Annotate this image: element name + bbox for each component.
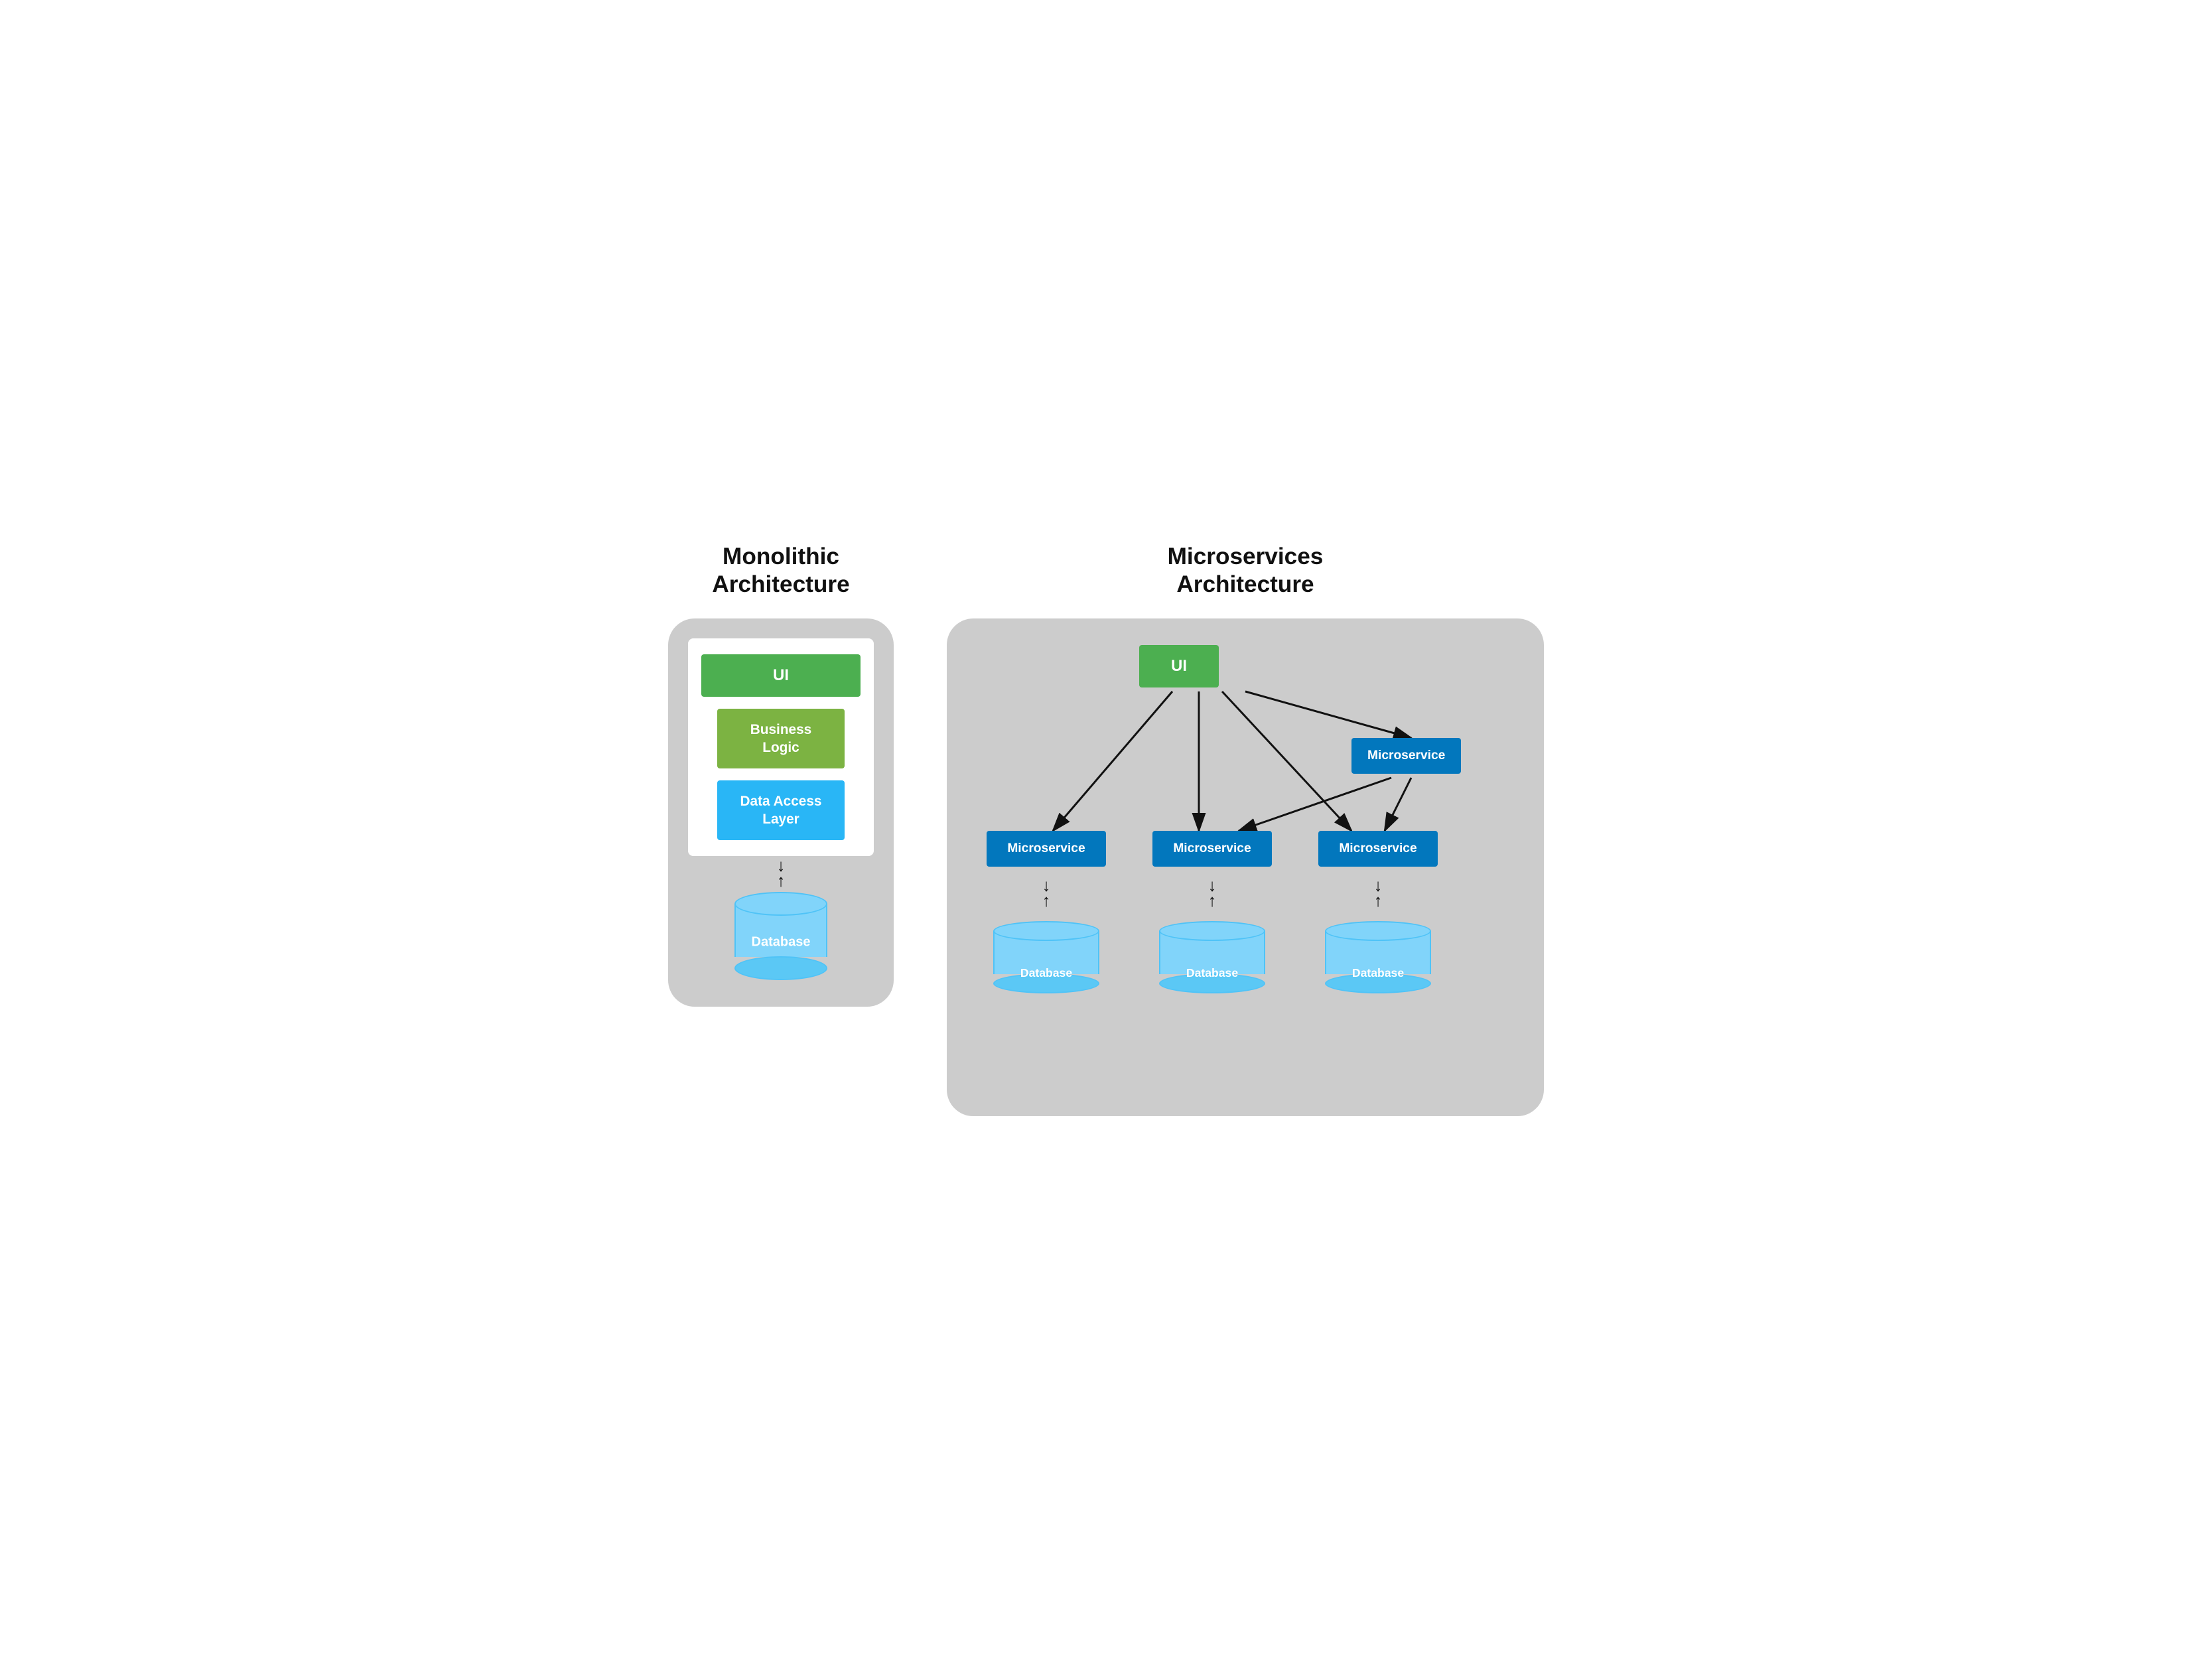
mono-arrow: ↓ ↑: [777, 859, 786, 889]
db-bottom: [734, 956, 827, 980]
micro-service-mid: Microservice ↓↑ Database: [1152, 831, 1272, 993]
monolithic-title: MonolithicArchitecture: [712, 543, 849, 599]
mono-database: Database: [734, 892, 827, 980]
mono-inner-box: UI BusinessLogic Data AccessLayer: [688, 638, 874, 856]
micro-service-right: Microservice ↓↑ Database: [1318, 831, 1438, 993]
mono-ui-block: UI: [701, 654, 861, 697]
db-right: Database: [1325, 921, 1431, 993]
mono-business-logic-block: BusinessLogic: [717, 709, 845, 768]
micro-service-left: Microservice ↓↑ Database: [987, 831, 1106, 993]
microservices-section: MicroservicesArchitecture: [947, 543, 1544, 1116]
mono-data-access-block: Data AccessLayer: [717, 780, 845, 840]
micro-top-right-service: Microservice: [1351, 738, 1461, 774]
monolithic-section: MonolithicArchitecture UI BusinessLogic …: [668, 543, 894, 1007]
monolithic-container: UI BusinessLogic Data AccessLayer ↓ ↑ Da…: [668, 618, 894, 1007]
main-container: MonolithicArchitecture UI BusinessLogic …: [642, 543, 1570, 1116]
db-left: Database: [993, 921, 1099, 993]
arrow-right-db: ↓↑: [1374, 879, 1383, 909]
microservices-title: MicroservicesArchitecture: [1168, 543, 1324, 599]
db-mid: Database: [1159, 921, 1265, 993]
arrow-left-db: ↓↑: [1042, 879, 1051, 909]
micro-ui-block: UI: [1139, 645, 1219, 687]
arrow-mid-db: ↓↑: [1208, 879, 1217, 909]
microservices-container: UI Microservice Microservice ↓↑ Database: [947, 618, 1544, 1116]
